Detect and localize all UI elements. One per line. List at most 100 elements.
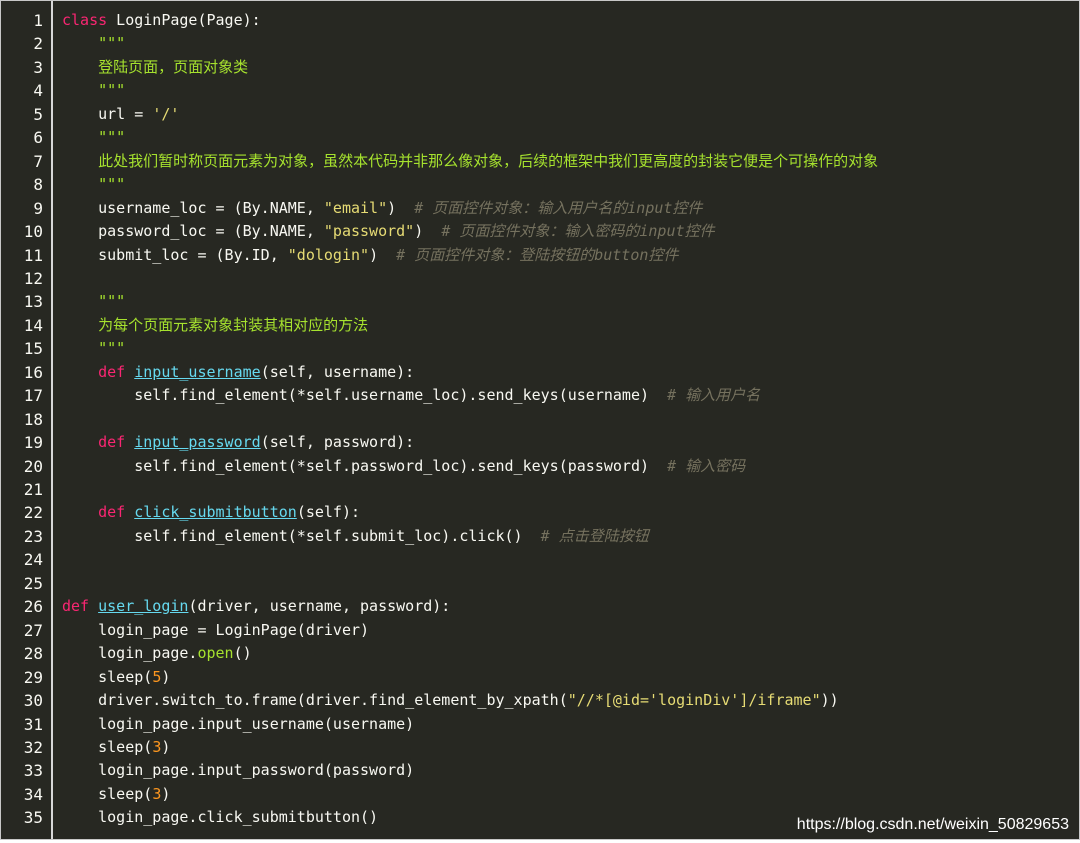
line-number: 11 <box>23 245 43 265</box>
code-text: ) <box>161 784 171 803</box>
line-number: 10 <box>23 222 43 242</box>
line-number: 27 <box>23 620 43 640</box>
code-content: login_page.click_submitbutton() <box>62 806 378 829</box>
line-number: 33 <box>23 761 43 781</box>
docstring-token: open <box>197 644 234 663</box>
docstring-token: """ <box>98 339 126 358</box>
code-text: self.find_element(*self.username_loc).se… <box>62 386 668 405</box>
line-number: 30 <box>23 691 43 711</box>
code-text: password_loc = (By.NAME, <box>62 222 324 241</box>
line-number: 20 <box>23 456 43 476</box>
line-number: 32 <box>23 737 43 757</box>
code-text: url <box>62 104 135 123</box>
code-text: username_loc = (By.NAME, <box>62 198 324 217</box>
number-token: 3 <box>152 737 162 756</box>
line-number: 17 <box>23 386 43 406</box>
line-number: 2 <box>33 34 43 54</box>
line-number: 24 <box>23 550 43 570</box>
code-line: 33 login_page.input_password(password) <box>1 759 1079 782</box>
docstring-token: """ <box>98 81 126 100</box>
code-line: 2 """ <box>1 32 1079 55</box>
code-text: ) <box>414 222 442 241</box>
code-content: password_loc = (By.NAME, "password") # 页… <box>62 220 715 243</box>
code-text: login_page = LoginPage(driver) <box>62 620 370 639</box>
code-content: def user_login(driver, username, passwor… <box>62 595 450 618</box>
code-line: 34 sleep(3) <box>1 783 1079 806</box>
docstring-token: 为每个页面元素对象封装其相对应的方法 <box>98 315 369 334</box>
line-number: 15 <box>23 339 43 359</box>
code-text: (self, password): <box>260 433 415 452</box>
line-number: 3 <box>33 57 43 77</box>
code-text: sleep( <box>62 784 153 803</box>
line-number: 13 <box>23 292 43 312</box>
line-number: 21 <box>23 480 43 499</box>
code-content: """ <box>62 173 125 196</box>
line-number: 22 <box>23 503 43 523</box>
code-content: self.find_element(*self.username_loc).se… <box>62 384 760 407</box>
line-number: 28 <box>23 644 43 664</box>
code-text: ) <box>369 245 397 264</box>
line-number: 12 <box>23 268 43 288</box>
code-line: 8 """ <box>1 173 1079 196</box>
keyword-token: def <box>98 433 126 452</box>
code-content: login_page.open() <box>62 642 252 665</box>
keyword-token: def <box>62 597 90 616</box>
comment-token: # 页面控件对象：输入密码的input控件 <box>441 222 715 241</box>
comment-token: # 输入密码 <box>667 456 746 475</box>
code-text: )) <box>820 691 839 710</box>
docstring-token: """ <box>98 175 126 194</box>
line-number: 25 <box>23 573 43 593</box>
code-text: = <box>134 104 144 123</box>
code-line: 27 login_page = LoginPage(driver) <box>1 619 1079 642</box>
code-text: login_page.input_password(password) <box>62 761 415 780</box>
code-content: sleep(5) <box>62 666 170 689</box>
docstring-token: """ <box>98 34 126 53</box>
comment-token: # 页面控件对象：登陆按钮的button控件 <box>396 245 679 264</box>
line-number: 23 <box>23 526 43 546</box>
code-line: 29 sleep(5) <box>1 666 1079 689</box>
line-number: 8 <box>33 175 43 195</box>
code-content: username_loc = (By.NAME, "email") # 页面控件… <box>62 197 702 220</box>
code-line: 6 """ <box>1 126 1079 149</box>
code-line: 4 """ <box>1 79 1079 102</box>
line-number: 5 <box>33 104 43 124</box>
code-line: 1 class LoginPage(Page): <box>1 9 1079 32</box>
code-text: login_page.click_submitbutton() <box>62 808 379 827</box>
code-editor: 1 class LoginPage(Page): 2 """ 3 登陆页面，页面对象类… <box>0 0 1080 840</box>
code-line: 20 self.find_element(*self.password_loc)… <box>1 455 1079 478</box>
code-text: ) <box>161 737 171 756</box>
code-line: 25 <box>1 572 1079 595</box>
number-token: 3 <box>152 784 162 803</box>
string-token: "//*[@id='loginDiv']/iframe" <box>567 691 821 710</box>
code-content: def click_submitbutton(self): <box>62 501 360 524</box>
line-number: 29 <box>23 667 43 687</box>
line-number: 4 <box>33 81 43 101</box>
code-text: (self, username): <box>260 362 415 381</box>
code-line: 11 submit_loc = (By.ID, "dologin") # 页面控… <box>1 244 1079 267</box>
function-name-token: user_login <box>98 597 189 616</box>
code-line: 18 <box>1 408 1079 431</box>
keyword-token: class <box>62 11 108 29</box>
code-text: driver.switch_to.frame(driver.find_eleme… <box>62 691 568 710</box>
code-line: 22 def click_submitbutton(self): <box>1 501 1079 524</box>
line-number: 26 <box>23 597 43 617</box>
string-token: "password" <box>323 222 415 241</box>
code-line: 24 <box>1 548 1079 571</box>
code-content: login_page.input_password(password) <box>62 759 414 782</box>
code-text: () <box>233 644 252 663</box>
number-token: 5 <box>152 667 162 686</box>
docstring-token: """ <box>98 128 126 147</box>
code-text: ) <box>161 667 171 686</box>
comment-token: # 输入用户名 <box>667 386 761 405</box>
code-line: 13 """ <box>1 290 1079 313</box>
code-content: sleep(3) <box>62 783 170 806</box>
code-content: """ <box>62 290 125 313</box>
